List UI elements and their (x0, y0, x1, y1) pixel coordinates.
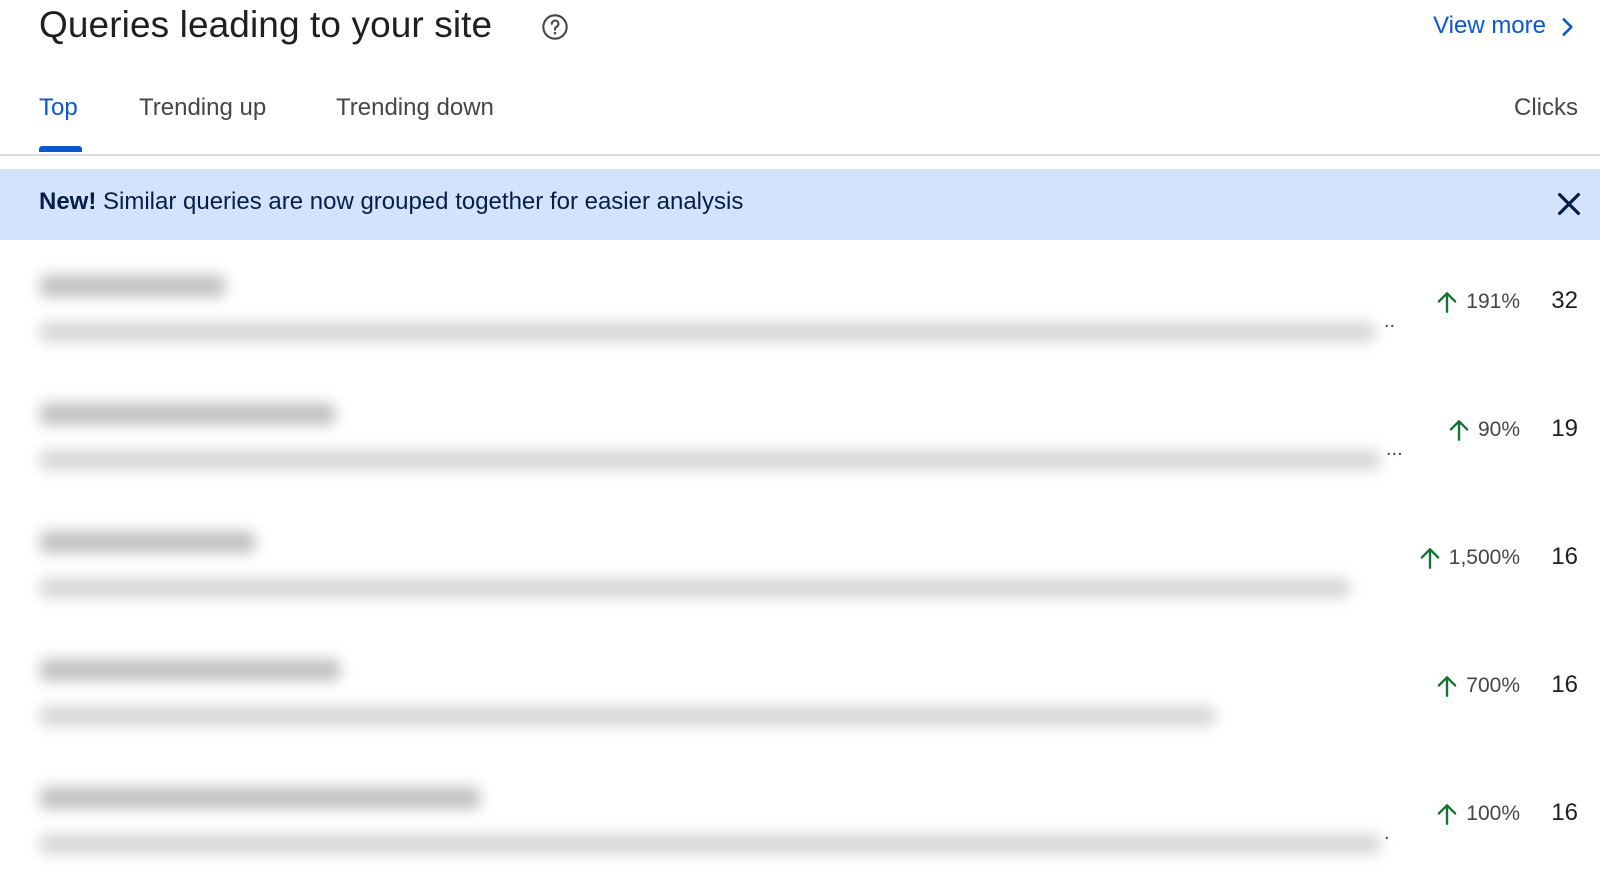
trend-indicator: 700% (1434, 671, 1520, 701)
query-row[interactable]: .. 191% 32 (0, 240, 1600, 368)
arrow-up-icon (1437, 676, 1457, 697)
chevron-right-icon[interactable] (1554, 14, 1580, 40)
arrow-up-icon (1437, 804, 1457, 825)
info-banner: New! Similar queries are now grouped tog… (0, 169, 1600, 240)
query-list: .. 191% 32 ... 90% 19 1,500% 16 700% 16 … (0, 240, 1600, 880)
clicks-value: 19 (1551, 415, 1578, 442)
query-row[interactable]: 700% 16 (0, 624, 1600, 752)
arrow-up-icon (1437, 292, 1457, 313)
blurred-related-queries (40, 450, 1380, 470)
clicks-column-header[interactable]: Clicks (1514, 94, 1578, 122)
blurred-query (40, 531, 255, 553)
close-icon[interactable] (1554, 189, 1584, 219)
tab-trending-down[interactable]: Trending down (336, 94, 494, 122)
blurred-related-queries (40, 706, 1215, 726)
card-title: Queries leading to your site (39, 4, 493, 45)
banner-message: New! Similar queries are now grouped tog… (39, 188, 743, 216)
tab-bar: Top Trending up Trending down Clicks (0, 82, 1600, 156)
trend-percentage: 100% (1466, 802, 1520, 825)
banner-text: Similar queries are now grouped together… (96, 188, 744, 215)
truncation-ellipsis: ... (1386, 438, 1403, 460)
query-row[interactable]: 1,500% 16 (0, 496, 1600, 624)
clicks-value: 16 (1551, 799, 1578, 826)
trend-indicator: 90% (1446, 415, 1520, 445)
banner-new-label: New! (39, 188, 97, 215)
blurred-query (40, 787, 480, 809)
active-tab-indicator (39, 146, 82, 152)
blurred-query (40, 403, 335, 425)
arrow-up-icon (1449, 420, 1469, 441)
query-row[interactable]: ... 90% 19 (0, 368, 1600, 496)
view-more-link[interactable]: View more (1433, 12, 1546, 40)
blurred-query (40, 659, 340, 681)
card-header: Queries leading to your site View more (0, 0, 1600, 60)
help-circle-icon[interactable] (541, 13, 569, 41)
trend-indicator: 100% (1434, 799, 1520, 829)
blurred-related-queries (40, 834, 1380, 854)
trend-percentage: 700% (1466, 674, 1520, 697)
trend-percentage: 191% (1466, 290, 1520, 313)
tab-trending-up[interactable]: Trending up (139, 94, 266, 122)
trend-percentage: 1,500% (1448, 546, 1520, 569)
blurred-related-queries (40, 578, 1350, 598)
trend-indicator: 1,500% (1417, 543, 1520, 573)
tab-top[interactable]: Top (39, 94, 78, 122)
arrow-up-icon (1420, 548, 1440, 569)
blurred-related-queries (40, 322, 1375, 342)
query-row[interactable]: . 100% 16 (0, 752, 1600, 880)
clicks-value: 16 (1551, 543, 1578, 570)
queries-card: Queries leading to your site View more T… (0, 0, 1600, 890)
trend-indicator: 191% (1434, 287, 1520, 317)
truncation-ellipsis: .. (1384, 310, 1396, 332)
trend-percentage: 90% (1477, 418, 1520, 441)
clicks-value: 32 (1551, 287, 1578, 314)
clicks-value: 16 (1551, 671, 1578, 698)
blurred-query (40, 275, 225, 297)
truncation-ellipsis: . (1384, 822, 1390, 844)
